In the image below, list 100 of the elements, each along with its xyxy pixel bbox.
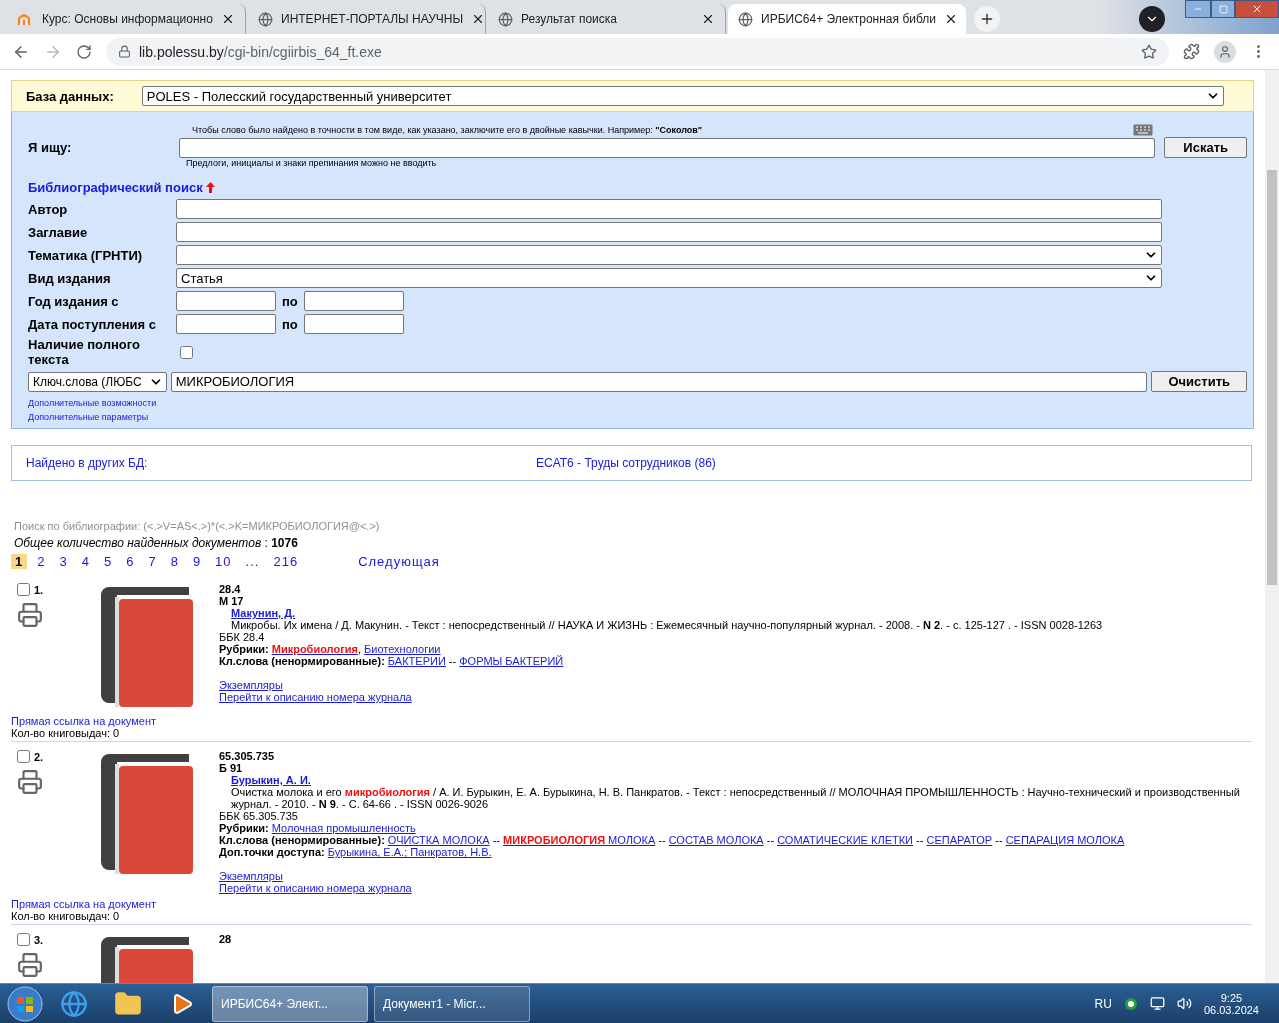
record-link[interactable]: Экземпляры (219, 679, 283, 691)
keyword-separator: -- (995, 834, 1003, 846)
from-field[interactable] (176, 291, 276, 311)
search-field[interactable] (179, 137, 1156, 158)
rubric-link[interactable]: Биотехнологии (364, 643, 441, 655)
options-link[interactable]: Дополнительные параметры (28, 412, 1247, 422)
close-icon[interactable] (944, 12, 958, 26)
text-field[interactable] (176, 222, 1162, 242)
clear-button[interactable]: Очистить (1151, 371, 1247, 392)
loans-count: Кол-во книговыдач: 0 (11, 910, 121, 922)
record-link[interactable]: Перейти к описанию номера журнала (219, 882, 412, 894)
page-link[interactable]: 3 (55, 554, 72, 569)
keyword-link[interactable]: СОСТАВ МОЛОКА (668, 834, 764, 846)
page-link[interactable]: 6 (122, 554, 139, 569)
close-icon[interactable] (701, 12, 715, 26)
volume-icon[interactable] (1176, 996, 1192, 1011)
to-field[interactable] (303, 291, 404, 311)
field-type-select[interactable]: Ключ.слова (ЛЮБС (28, 371, 167, 392)
page-link[interactable]: 7 (144, 554, 161, 569)
page-link[interactable]: ... (241, 554, 264, 569)
bbk-code: ББК 65.305.735 (219, 810, 299, 822)
rubric-link[interactable]: Микробиология (271, 643, 358, 655)
page-link[interactable]: 1 (11, 554, 28, 569)
from-field[interactable] (176, 314, 276, 334)
author-link[interactable]: Бурыкин, А. И. (231, 774, 311, 786)
range-separator: по (282, 316, 298, 332)
keyword-separator: -- (448, 655, 457, 667)
network-icon[interactable] (1149, 996, 1165, 1011)
close-icon[interactable] (221, 12, 235, 26)
printer-icon[interactable] (17, 769, 43, 795)
url-path: /cgi-bin/cgiirbis_64_ft.exe (223, 43, 382, 60)
rubric-separator: , (357, 643, 361, 655)
taskbar-window[interactable]: ИРБИС64+ Элект... (212, 985, 368, 1022)
page-link[interactable]: 10 (211, 554, 236, 569)
to-field[interactable] (303, 314, 404, 334)
keyword-separator: -- (492, 834, 501, 846)
clock[interactable]: 9:25 06.03.2024 (1203, 991, 1259, 1016)
new-tab-button[interactable] (974, 6, 1000, 32)
up-arrow-icon[interactable] (205, 182, 215, 193)
dropdown-field[interactable] (176, 245, 1162, 265)
database-link[interactable]: ECAT6 - Труды сотрудников (86) (536, 456, 716, 470)
keyword-link[interactable]: ФОРМЫ БАКТЕРИЙ (459, 655, 564, 667)
shelf-code: 65.305.735 (219, 750, 276, 762)
browser-tab[interactable]: ИРБИС64+ Электронная библи (728, 4, 966, 34)
star-icon[interactable] (1141, 43, 1157, 60)
other-db-label: Найдено в других БД: (26, 456, 149, 470)
text-field[interactable] (176, 199, 1162, 219)
query-text: Поиск по библиографии: (<.>V=AS<.>)*(<.>K=МИКРОБИОЛОГИЯ@<.>) (14, 520, 381, 532)
record-number: 3. (34, 933, 44, 946)
record-checkbox[interactable] (17, 583, 30, 596)
taskbar-window[interactable]: Документ1 - Micr... (374, 985, 530, 1022)
keyword-link[interactable]: СОМАТИЧЕСКИЕ КЛЕТКИ (777, 834, 913, 846)
dropdown-field[interactable]: Статья (176, 268, 1162, 288)
results-count: Общее количество найденных документов : 1076 (14, 536, 298, 550)
rubric-link[interactable]: Молочная промышленность (271, 822, 416, 834)
record-link[interactable]: Экземпляры (219, 870, 283, 882)
rubrics-label: Рубрики: (219, 643, 269, 655)
minimize-button[interactable] (1185, 0, 1211, 18)
rubrics-label: Рубрики: (219, 822, 269, 834)
profile-button[interactable] (1139, 6, 1165, 32)
direct-link[interactable]: Прямая ссылка на документ (11, 715, 156, 727)
access-link[interactable]: Бурыкина, Е.А.; Панкратов, Н.В. (327, 846, 492, 858)
start-button[interactable] (6, 984, 44, 1023)
printer-icon[interactable] (17, 602, 43, 628)
keyword-link[interactable]: СЕПАРАЦИЯ МОЛОКА (1005, 834, 1125, 846)
maximize-button[interactable] (1211, 0, 1235, 18)
record-checkbox[interactable] (17, 933, 30, 946)
page-link[interactable]: 2 (33, 554, 50, 569)
page-link[interactable]: 9 (188, 554, 206, 569)
globe-icon (498, 11, 513, 27)
record-checkbox[interactable] (17, 750, 30, 763)
search-button[interactable]: Искать (1164, 137, 1247, 158)
page-link[interactable]: 4 (77, 554, 94, 569)
globe-icon (258, 11, 273, 27)
keyword-link[interactable]: СЕПАРАТОР (926, 834, 993, 846)
author-link[interactable]: Макунин, Д. (231, 607, 296, 619)
page-link[interactable]: 216 (269, 554, 303, 569)
database-select[interactable]: POLES - Полесский государственный университет (141, 86, 1224, 106)
direct-link[interactable]: Прямая ссылка на документ (11, 898, 156, 910)
plus-icon (979, 11, 995, 27)
next-page-link[interactable]: Следующая (354, 554, 444, 569)
keyword-link[interactable]: БАКТЕРИИ (387, 655, 446, 667)
loans-count: Кол-во книговыдач: 0 (11, 727, 121, 739)
keyword-link[interactable]: МИКРОБИОЛОГИЯ МОЛОКА (503, 834, 656, 846)
page-link[interactable]: 8 (166, 554, 183, 569)
field-label: Наличие полного текста (28, 337, 141, 367)
keyword-field[interactable]: МИКРОБИОЛОГИЯ (170, 371, 1148, 392)
reload-icon[interactable] (76, 43, 92, 60)
extensions-icon[interactable] (1183, 43, 1200, 60)
language-indicator[interactable]: RU (1094, 996, 1112, 1011)
scrollbar[interactable] (1265, 70, 1279, 983)
address-bar[interactable]: lib.polessu.by/cgi-bin/cgiirbis_64_ft.exe (106, 37, 1169, 66)
profile-icon[interactable] (1214, 40, 1236, 63)
keyword-link[interactable]: ОЧИСТКА МОЛОКА (387, 834, 490, 846)
status-icon[interactable] (1123, 996, 1138, 1011)
options-link[interactable]: Дополнительные возможности (28, 398, 1247, 408)
record-link[interactable]: Перейти к описанию номера журнала (219, 691, 412, 703)
printer-icon[interactable] (17, 952, 43, 978)
checkbox[interactable] (180, 345, 193, 359)
page-link[interactable]: 5 (99, 554, 117, 569)
